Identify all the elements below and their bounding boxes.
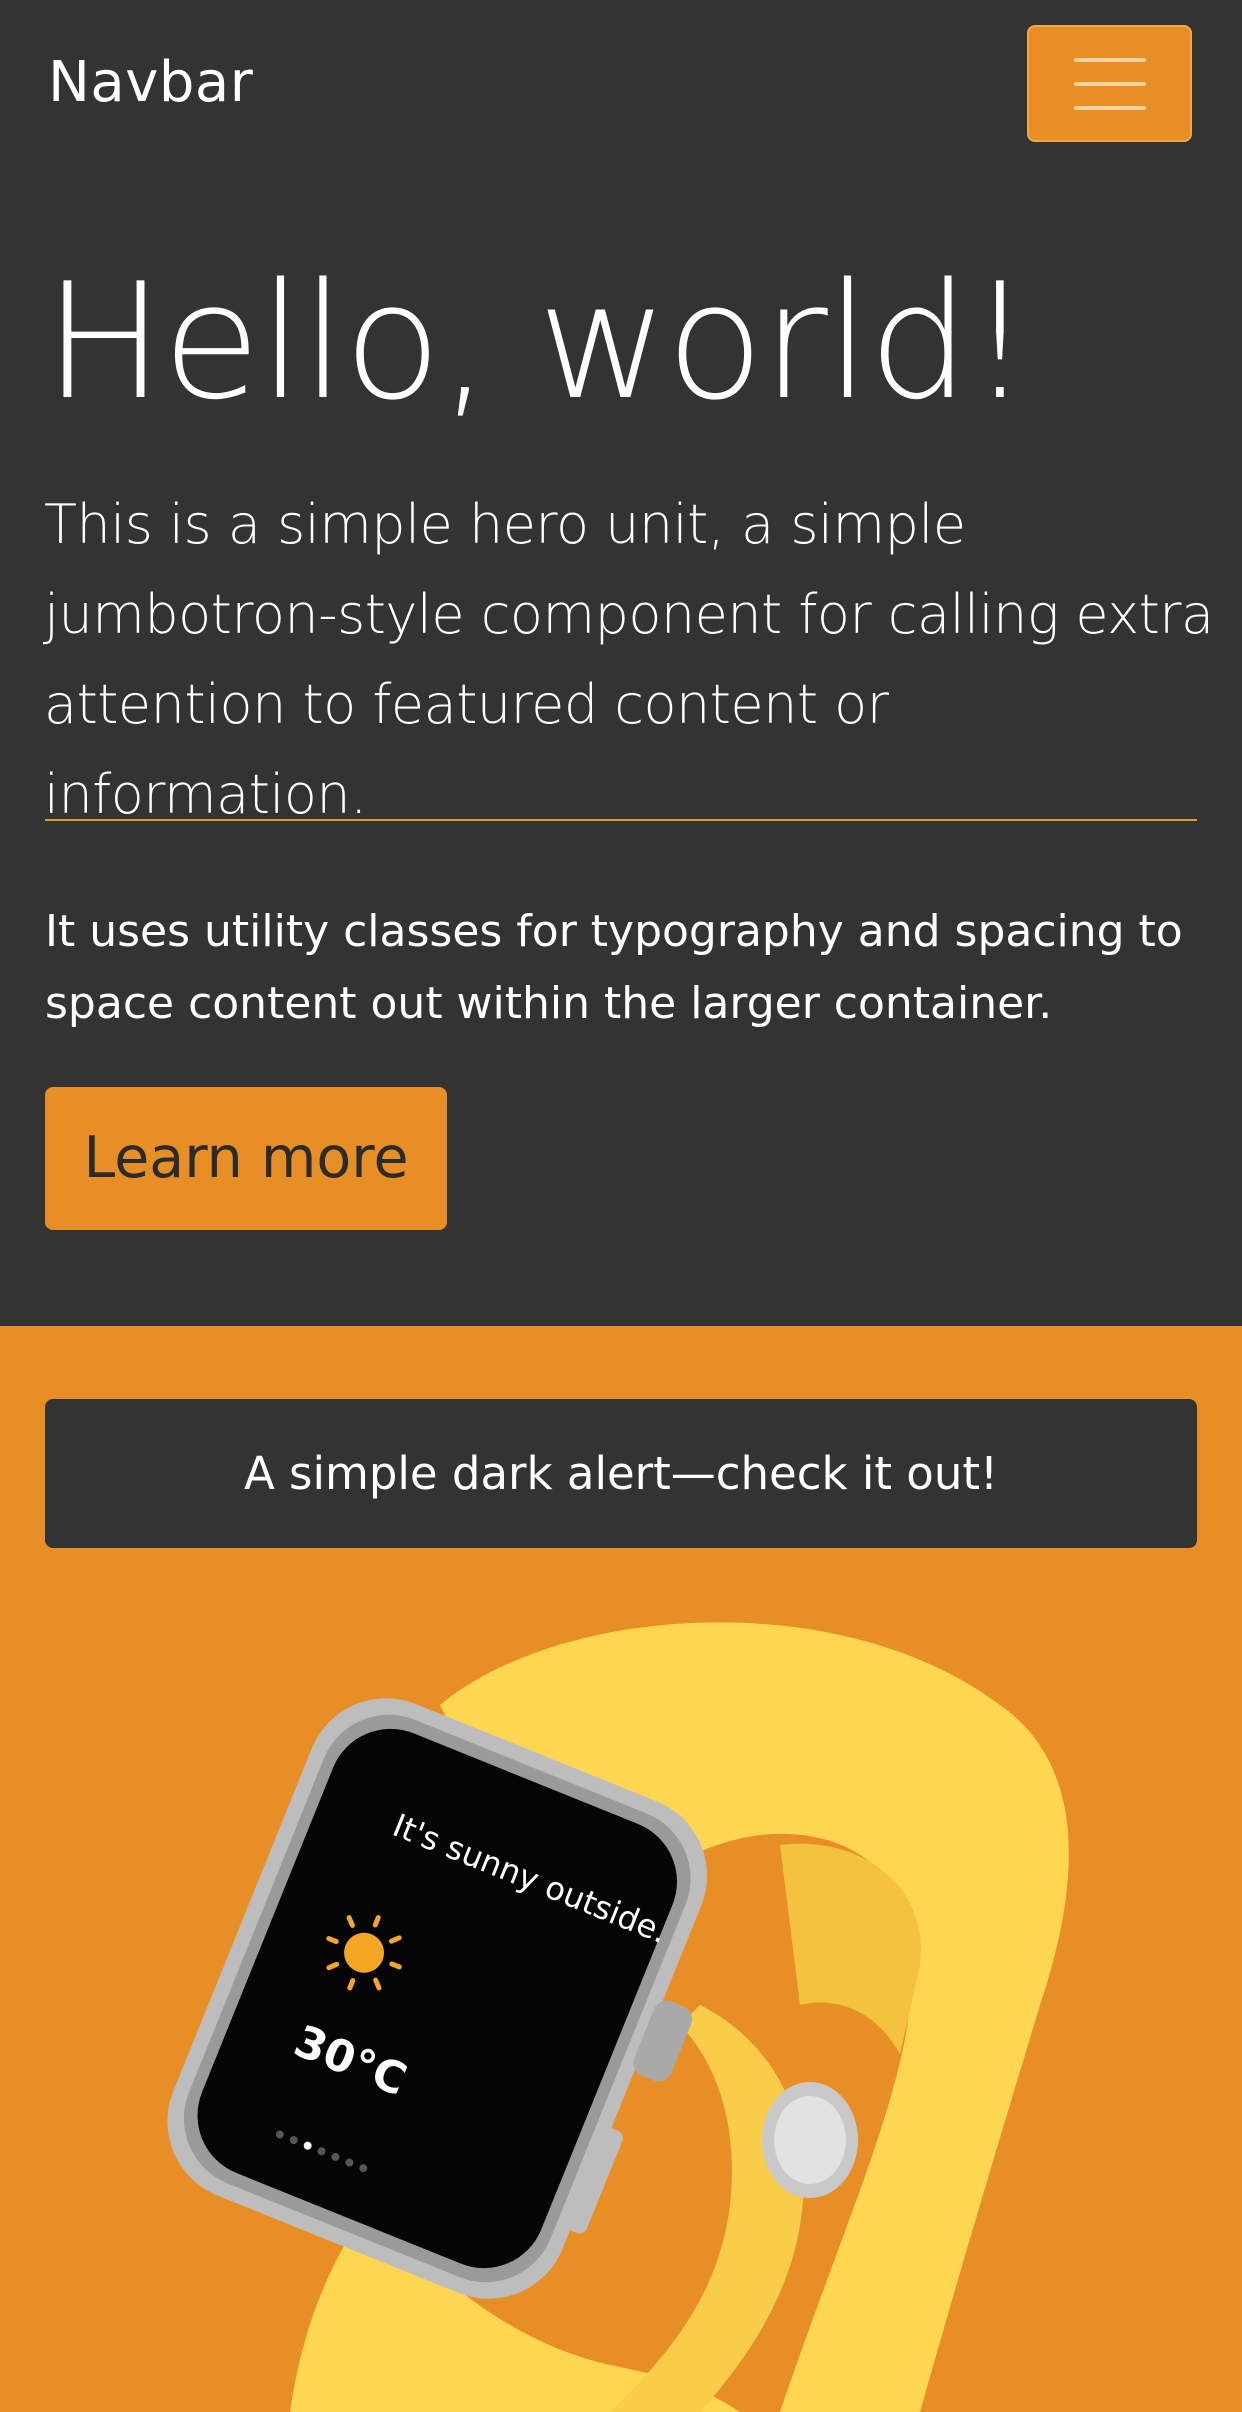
hamburger-menu-icon <box>1074 58 1146 62</box>
hero-title: Hello, world! <box>44 248 1032 435</box>
divider <box>45 819 1197 821</box>
hero-lead: This is a simple hero unit, a simple jum… <box>44 493 1214 826</box>
hero-section: Navbar Hello, world! This is a simple he… <box>0 0 1242 1326</box>
navbar-brand[interactable]: Navbar <box>48 50 253 115</box>
smartwatch-image: It's sunny outside. 30°C <box>140 1585 1120 2412</box>
hero-body-text: It uses utility classes for typography a… <box>45 906 1183 1029</box>
dark-alert: A simple dark alert—check it out! <box>45 1399 1197 1548</box>
navbar-toggler-button[interactable] <box>1027 25 1192 142</box>
learn-more-button[interactable]: Learn more <box>45 1087 447 1230</box>
